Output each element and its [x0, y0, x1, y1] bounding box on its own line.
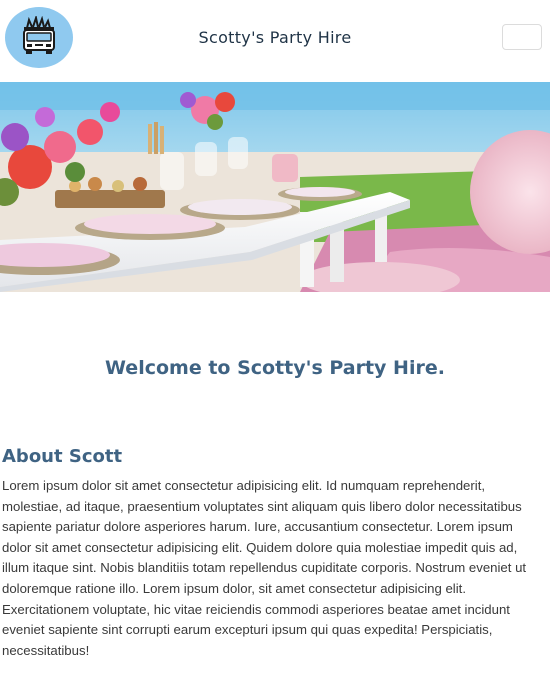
hero-image [0, 82, 550, 292]
site-header: Scotty's Party Hire [0, 0, 550, 78]
welcome-heading: Welcome to Scotty's Party Hire. [105, 357, 445, 379]
menu-toggle-button[interactable] [502, 24, 542, 50]
site-title[interactable]: Scotty's Party Hire [0, 28, 550, 47]
about-paragraph: Lorem ipsum dolor sit amet consectetur a… [2, 478, 527, 658]
about-heading: About Scott [2, 446, 123, 467]
